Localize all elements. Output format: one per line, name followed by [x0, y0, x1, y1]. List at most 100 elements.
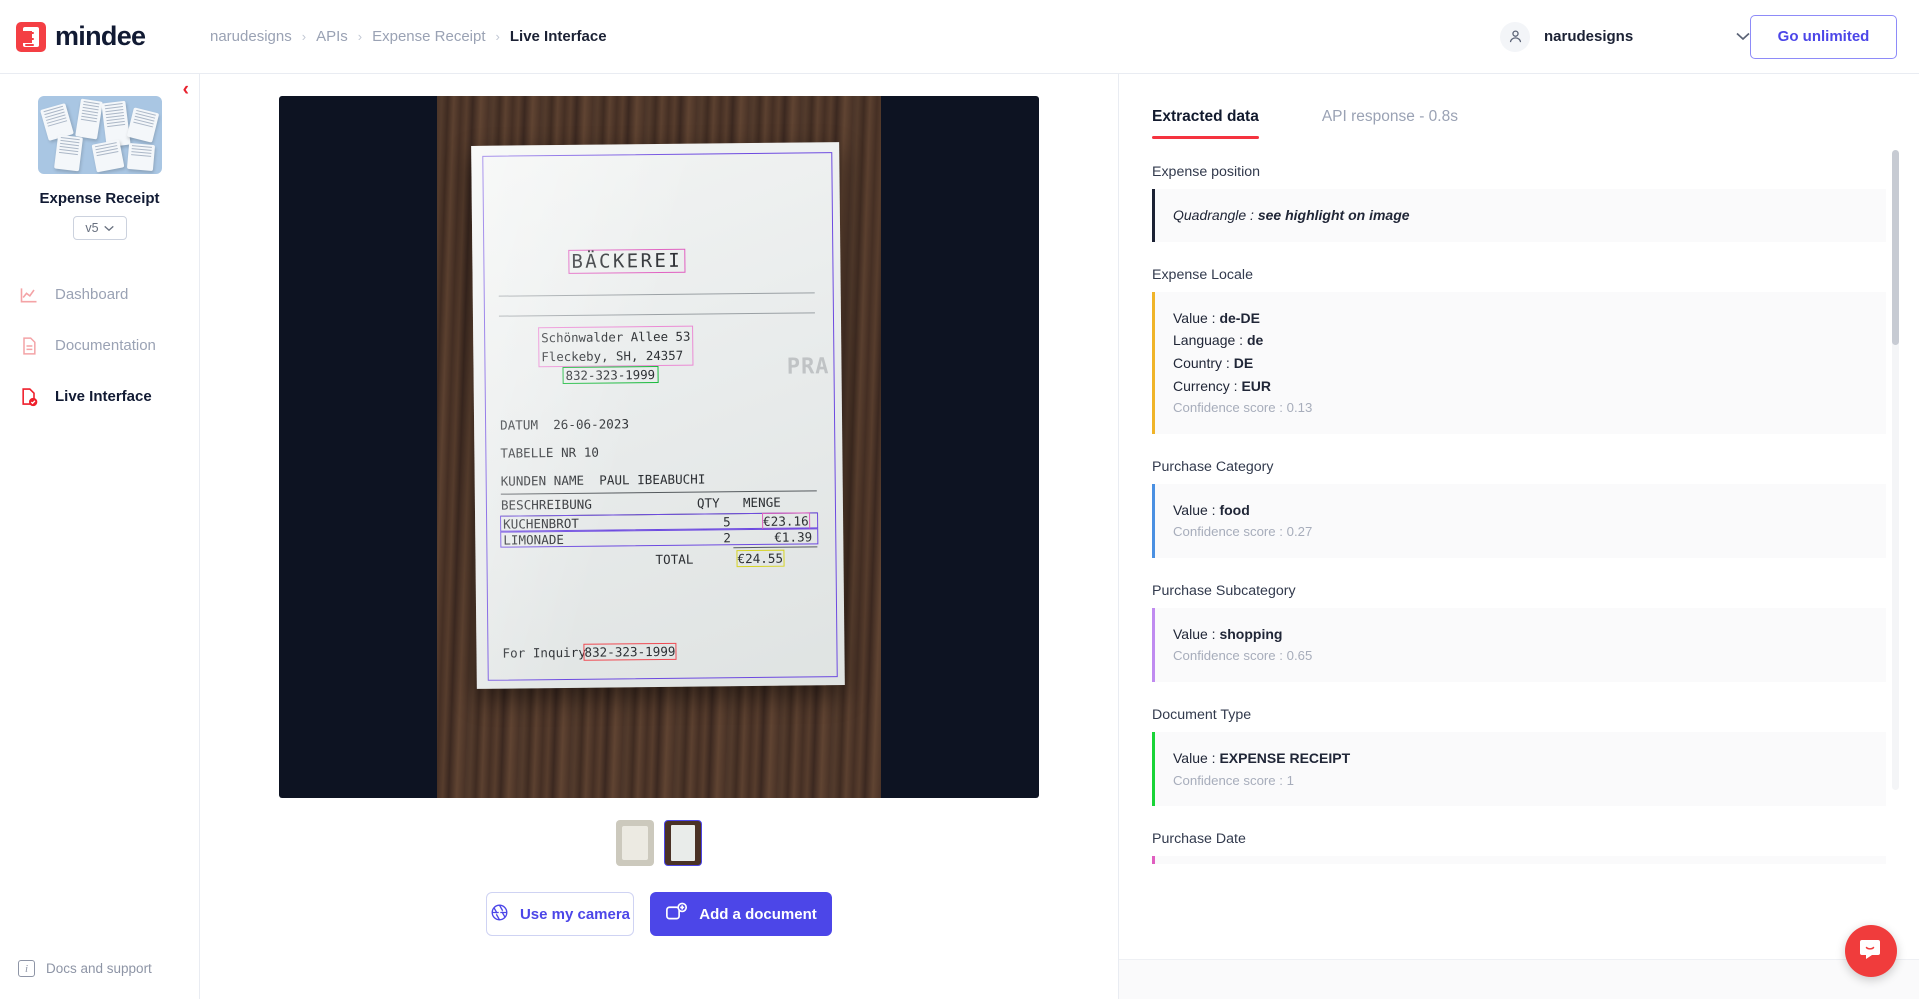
sidebar-item-dashboard[interactable]: Dashboard: [0, 274, 199, 315]
receipt-total-rule: [733, 546, 818, 549]
mindee-logo-icon: [16, 21, 46, 52]
tab-api-response[interactable]: API response - 0.8s: [1322, 108, 1458, 139]
add-a-document-button[interactable]: Add a document: [650, 892, 832, 936]
field-key: Value: [1173, 625, 1208, 642]
sidebar-nav: Dashboard Documentation Live Interface: [0, 274, 199, 427]
page-thumbnail-1[interactable]: [616, 820, 654, 866]
field-row: Language : de: [1173, 332, 1264, 349]
camera-button-label: Use my camera: [519, 905, 631, 923]
receipt-customer-line: KUNDEN NAME PAUL IBEABUCHI: [500, 471, 706, 489]
field-row: Currency : EUR: [1173, 377, 1272, 394]
brand-logo[interactable]: mindee: [0, 21, 200, 52]
viewer-actions: Use my camera Add a document: [486, 892, 832, 936]
sidebar-item-live-interface[interactable]: Live Interface: [0, 376, 199, 417]
field-value-box: Value : shopping Confidence score : 0.65: [1152, 607, 1886, 682]
field-purchase-category: Purchase Category Value : food Confidenc…: [1152, 459, 1886, 558]
field-row: Value : food: [1173, 501, 1250, 518]
field-value-box: Value : de-DE Language : de Country : DE: [1152, 291, 1886, 434]
field-key: Value: [1173, 309, 1208, 326]
panel-footer: [1119, 959, 1919, 999]
field-value-box: Value : food Confidence score : 0.27: [1152, 483, 1886, 558]
field-row: Value : de-DE: [1173, 309, 1260, 326]
breadcrumb-item-live-interface[interactable]: Live Interface: [510, 28, 607, 45]
docs-and-support-link[interactable]: i Docs and support: [0, 960, 199, 999]
field-value: EUR: [1241, 377, 1272, 394]
panel-tabs: Extracted data API response - 0.8s: [1152, 74, 1886, 139]
line-item-amount: €23.16: [762, 512, 810, 530]
field-value-box: Quadrangle : see highlight on image: [1152, 189, 1886, 242]
field-value: food: [1219, 501, 1250, 518]
field-row: Country : DE: [1173, 355, 1254, 372]
receipt-inquiry-phone: 832-323-1999: [583, 642, 677, 661]
receipt-watermark: PRA: [786, 354, 830, 380]
confidence-score: Confidence score : 0.65: [1173, 648, 1313, 664]
field-row: Value : EXPENSE RECEIPT: [1173, 749, 1351, 766]
receipt-col-desc: BESCHREIBUNG: [500, 496, 593, 513]
receipt-table-line: TABELLE NR 10: [500, 444, 600, 461]
sidebar: ‹ Expense Receipt v5 Dashboard Documenta…: [0, 74, 200, 999]
account-menu[interactable]: narudesigns: [1500, 21, 1750, 52]
page-thumbnail-2[interactable]: [664, 820, 702, 866]
document-stage[interactable]: BÄCKEREI Schönwalder Allee 53 Fleckeby, S…: [279, 96, 1039, 798]
info-icon: i: [18, 960, 35, 977]
field-value-box: [1152, 855, 1886, 864]
receipt-total-amount: €24.55: [736, 549, 785, 568]
go-unlimited-button[interactable]: Go unlimited: [1750, 14, 1897, 59]
breadcrumb-separator-icon: ›: [495, 29, 500, 44]
line-item-qty: 5: [723, 514, 731, 530]
field-value: de: [1246, 332, 1264, 349]
breadcrumb: narudesigns › APIs › Expense Receipt › L…: [210, 28, 607, 45]
field-value: shopping: [1219, 625, 1283, 642]
version-label: v5: [85, 221, 99, 235]
breadcrumb-item-apis[interactable]: APIs: [316, 28, 348, 45]
breadcrumb-separator-icon: ›: [357, 29, 363, 44]
collapse-sidebar-icon[interactable]: ‹: [183, 80, 189, 99]
brand-name: mindee: [55, 21, 146, 51]
field-purchase-date: Purchase Date: [1152, 831, 1886, 864]
panel-scrollbar[interactable]: [1892, 150, 1899, 790]
field-label: Document Type: [1152, 706, 1252, 723]
chat-widget-button[interactable]: [1845, 925, 1897, 977]
receipt-col-amount: MENGE: [742, 494, 781, 511]
scrollbar-thumb[interactable]: [1892, 150, 1899, 345]
panel-content: Extracted data API response - 0.8s Expen…: [1119, 74, 1919, 959]
tab-extracted-data[interactable]: Extracted data: [1152, 108, 1259, 139]
aperture-icon: [490, 903, 509, 926]
field-value: DE: [1233, 355, 1254, 372]
user-icon: [1500, 21, 1530, 52]
add-document-button-label: Add a document: [699, 905, 817, 923]
sidebar-item-label: Documentation: [55, 337, 156, 354]
breadcrumb-item-expense-receipt[interactable]: Expense Receipt: [372, 28, 485, 45]
top-bar: mindee narudesigns › APIs › Expense Rece…: [0, 0, 1919, 74]
receipt-inquiry-label: For Inquiry: [502, 644, 586, 661]
receipt-merchant-name: BÄCKEREI: [568, 248, 686, 274]
sidebar-item-documentation[interactable]: Documentation: [0, 325, 199, 366]
docs-support-label: Docs and support: [46, 961, 152, 976]
model-thumbnail-image: [37, 96, 162, 174]
receipt-phone: 832-323-1999: [562, 365, 659, 384]
field-row: Quadrangle : see highlight on image: [1173, 207, 1410, 223]
field-label: Purchase Category: [1152, 458, 1274, 475]
app-root: mindee narudesigns › APIs › Expense Rece…: [0, 0, 1919, 999]
field-key: Country: [1173, 355, 1223, 372]
sidebar-item-label: Live Interface: [55, 388, 152, 405]
confidence-score: Confidence score : 0.27: [1173, 524, 1313, 540]
field-label: Expense Locale: [1152, 266, 1253, 283]
breadcrumb-item-narudesigns[interactable]: narudesigns: [210, 28, 292, 45]
receipt-address: Schönwalder Allee 53 Fleckeby, SH, 24357: [538, 325, 694, 368]
field-value-box: Value : EXPENSE RECEIPT Confidence score…: [1152, 731, 1886, 806]
field-key: Value: [1173, 749, 1208, 766]
breadcrumb-separator-icon: ›: [301, 29, 307, 44]
use-my-camera-button[interactable]: Use my camera: [486, 892, 634, 936]
confidence-score: Confidence score : 0.13: [1173, 400, 1313, 416]
receipt-divider: [498, 312, 815, 317]
version-select[interactable]: v5: [72, 216, 127, 240]
field-document-type: Document Type Value : EXPENSE RECEIPT Co…: [1152, 707, 1886, 806]
line-item-amount: €1.39: [774, 529, 813, 545]
sidebar-item-label: Dashboard: [55, 286, 129, 303]
page-thumbnails: [616, 820, 702, 866]
field-row: Value : shopping: [1173, 625, 1283, 642]
document-viewer: BÄCKEREI Schönwalder Allee 53 Fleckeby, S…: [200, 74, 1119, 999]
field-key: Language: [1173, 332, 1236, 349]
field-label: Expense position: [1152, 164, 1261, 180]
